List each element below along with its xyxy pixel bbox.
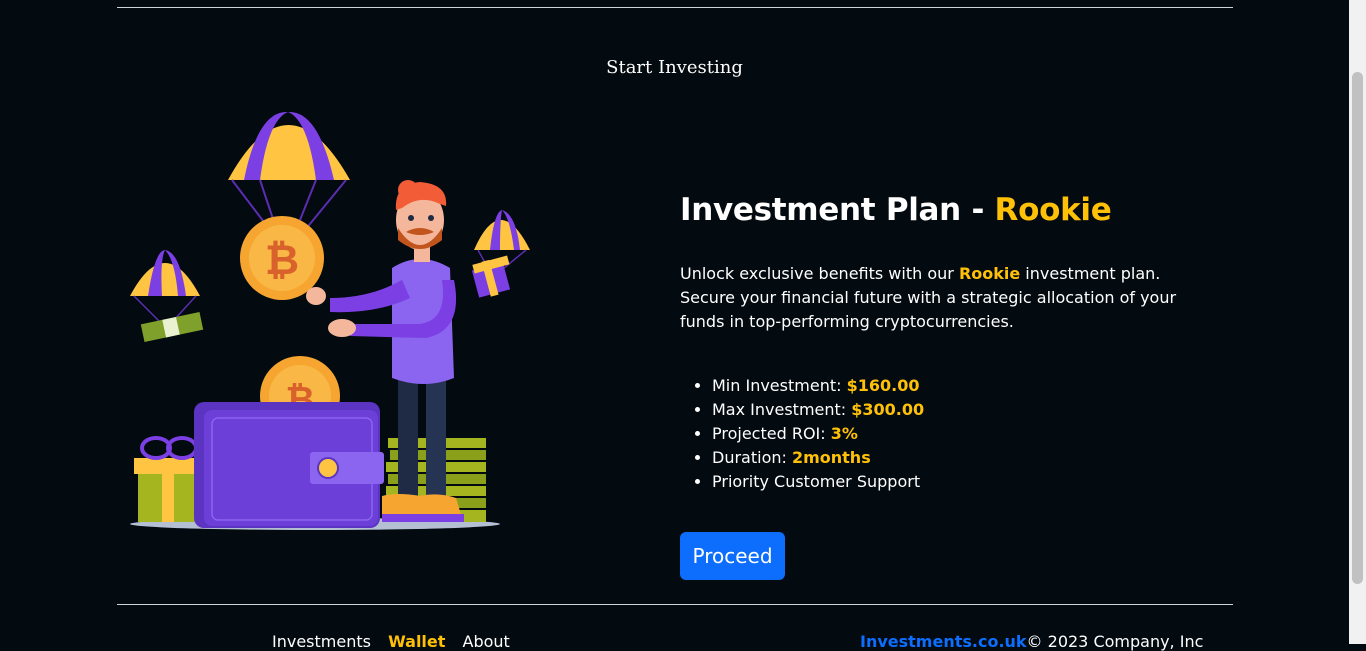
desc-highlight: Rookie	[958, 264, 1021, 283]
feature-value: 2months	[791, 448, 871, 467]
feature-value: 3%	[830, 424, 858, 443]
feature-projected-roi: Projected ROI: 3%	[712, 422, 1220, 446]
parachute-icon	[228, 111, 350, 231]
feature-label: Projected ROI:	[712, 424, 831, 443]
plan-description: Unlock exclusive benefits with our Rooki…	[680, 262, 1220, 334]
plan-title-prefix: Investment Plan -	[680, 192, 995, 228]
bitcoin-coin-icon: ₿	[240, 216, 324, 300]
footer-nav: Investments Wallet About	[272, 632, 522, 651]
footer-brand-link[interactable]: Investments.co.uk	[860, 632, 1027, 651]
scrollbar-thumb[interactable]	[1352, 72, 1363, 584]
feature-duration: Duration: 2months	[712, 446, 1220, 470]
feature-min-investment: Min Investment: $160.00	[712, 374, 1220, 398]
section-title: Start Investing	[606, 57, 743, 78]
gift-box-icon	[134, 436, 202, 522]
svg-text:₿: ₿	[265, 235, 299, 284]
feature-value: $300.00	[851, 400, 925, 419]
feature-label: Priority Customer Support	[712, 472, 921, 491]
feature-label: Min Investment:	[712, 376, 847, 395]
feature-value: $160.00	[846, 376, 920, 395]
plan-details: Investment Plan - Rookie Unlock exclusiv…	[680, 188, 1220, 494]
top-divider	[117, 7, 1233, 8]
footer-link-wallet[interactable]: Wallet	[388, 632, 445, 651]
wallet-icon	[194, 402, 384, 528]
footer-link-about[interactable]: About	[463, 632, 510, 651]
gift-parachute-icon	[471, 210, 530, 298]
footer-copyright: Investments.co.uk© 2023 Company, Inc	[860, 632, 1203, 651]
feature-max-investment: Max Investment: $300.00	[712, 398, 1220, 422]
plan-name: Rookie	[994, 192, 1112, 228]
desc-before: Unlock exclusive benefits with our	[680, 264, 959, 283]
footer-link-investments[interactable]: Investments	[272, 632, 371, 651]
feature-priority-support: Priority Customer Support	[712, 470, 1220, 494]
copyright-text: © 2023 Company, Inc	[1026, 632, 1204, 651]
crypto-investor-illustration: ₿ ₿	[120, 100, 540, 540]
feature-label: Duration:	[712, 448, 792, 467]
plan-title: Investment Plan - Rookie	[680, 188, 1220, 232]
proceed-button[interactable]: Proceed	[680, 532, 785, 580]
feature-label: Max Investment:	[712, 400, 852, 419]
page-scrollbar[interactable]	[1349, 0, 1366, 644]
plan-features-list: Min Investment: $160.00 Max Investment: …	[680, 374, 1220, 494]
cash-parachute-icon	[130, 250, 204, 343]
bottom-divider	[117, 604, 1233, 605]
